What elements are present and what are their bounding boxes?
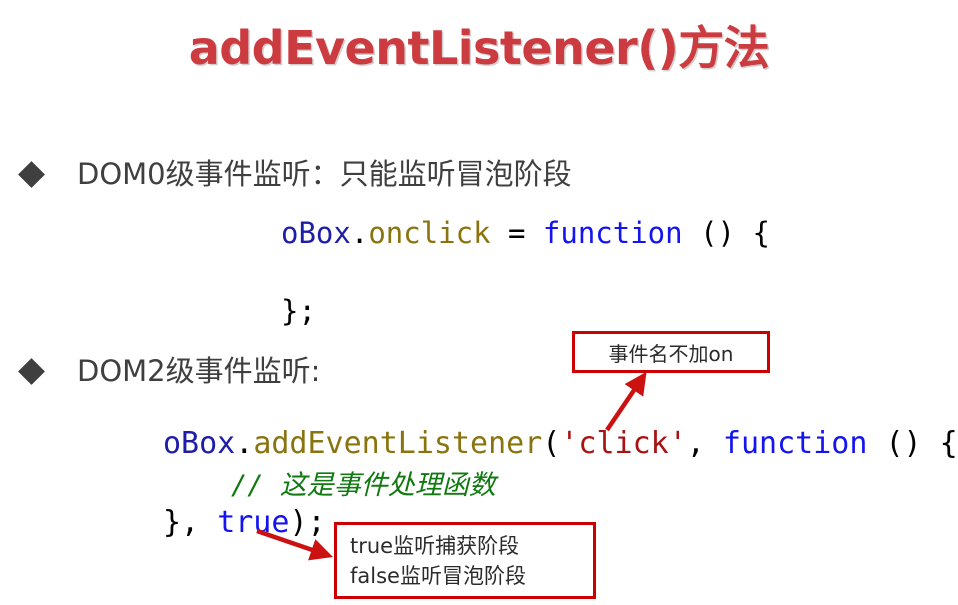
callout-event-name-note: 事件名不加on [572, 331, 770, 373]
callout-text-line: false监听冒泡阶段 [350, 563, 526, 588]
code-token-property: onclick [368, 216, 491, 250]
code-token-operator: = [490, 216, 543, 250]
code-token-method: addEventListener [253, 426, 543, 461]
bullet-item-dom2: DOM2级事件监听: [18, 354, 321, 388]
bullet-item-dom0: DOM0级事件监听：只能监听冒泡阶段 [18, 157, 572, 191]
code-token-tail: () { [682, 216, 770, 250]
code-line-dom0-close: }; [281, 294, 316, 328]
diamond-bullet-icon [18, 358, 45, 385]
code-token-comma: , [686, 426, 723, 461]
callout-capture-phase-note: true监听捕获阶段 false监听冒泡阶段 [334, 522, 596, 599]
code-token-boolean: true [217, 505, 290, 540]
bullet-label-dom2: DOM2级事件监听: [77, 354, 321, 388]
code-token-dot: . [350, 216, 369, 250]
code-token-string: 'click' [560, 426, 687, 461]
code-token-paren-open: ( [542, 426, 561, 461]
callout-text-line: true监听捕获阶段 [350, 534, 520, 558]
code-token-keyword: function [722, 426, 868, 461]
code-token-close-brace: }; [281, 294, 316, 328]
slide-canvas: addEventListener()方法 DOM0级事件监听：只能监听冒泡阶段 … [0, 0, 958, 605]
code-token-keyword: function [542, 216, 683, 250]
bullet-label-dom0: DOM0级事件监听：只能监听冒泡阶段 [77, 157, 572, 191]
code-line-dom2-close: }, true); [163, 506, 326, 539]
diamond-bullet-icon [18, 161, 45, 188]
code-token-dot: . [235, 426, 254, 461]
code-token-object: oBox [281, 216, 351, 250]
code-line-dom0-assign: oBox.onclick = function () { [281, 216, 770, 250]
code-token-tail: ); [289, 505, 326, 540]
code-token-close-brace: }, [163, 505, 218, 540]
code-line-comment: // 这是事件处理函数 [231, 470, 496, 501]
callout-text-line: 事件名不加on [608, 341, 734, 366]
code-token-tail: () { [867, 426, 958, 461]
code-line-dom2-call: oBox.addEventListener('click', function … [163, 427, 958, 460]
code-token-object: oBox [163, 426, 236, 461]
page-title: addEventListener()方法 [188, 21, 770, 75]
